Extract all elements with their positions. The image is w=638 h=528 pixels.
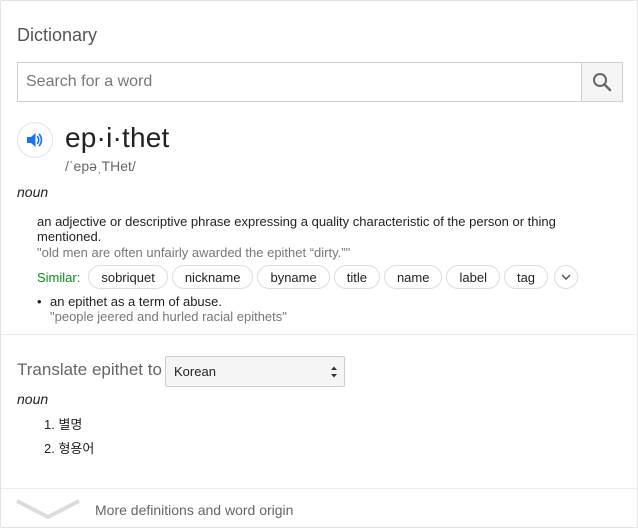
bullet: •: [37, 294, 42, 309]
part-of-speech: noun: [17, 184, 49, 200]
definition-text: an adjective or descriptive phrase expre…: [37, 214, 556, 244]
sub-definition: • an epithet as a term of abuse.: [37, 294, 222, 309]
expand-similar-button[interactable]: [554, 265, 579, 289]
card-title: Dictionary: [17, 25, 98, 45]
translation-list: 1. 별명 2. 형용어: [44, 417, 94, 465]
search-button[interactable]: [581, 63, 622, 101]
pronounce-button[interactable]: [17, 122, 53, 158]
translate-label: Translate epithet to: [17, 360, 162, 379]
search-bar: [17, 62, 623, 102]
similar-chip-nickname[interactable]: nickname: [171, 265, 254, 289]
similar-chip-title[interactable]: title: [333, 265, 380, 289]
dictionary-card: Dictionary ep·i·thet /ˈepəˌTHet/ noun an…: [0, 0, 638, 528]
translation-item: 2. 형용어: [44, 441, 95, 456]
headword: ep·i·thet: [65, 122, 170, 153]
speaker-icon: [27, 133, 43, 147]
similar-chip-byname[interactable]: byname: [257, 265, 330, 289]
chevron-down-icon: [16, 499, 80, 519]
language-select[interactable]: Korean: [165, 356, 345, 387]
similar-chip-tag[interactable]: tag: [503, 265, 549, 289]
translation-item: 1. 별명: [44, 417, 83, 432]
definition-example: "old men are often unfairly awarded the …: [37, 245, 351, 260]
sub-definition-text: an epithet as a term of abuse.: [50, 294, 222, 309]
chevron-down-icon: [561, 274, 571, 280]
similar-words: Similar: sobriquet nickname byname title…: [37, 265, 579, 289]
similar-chip-sobriquet[interactable]: sobriquet: [88, 265, 168, 289]
similar-label: Similar:: [37, 269, 81, 285]
search-input[interactable]: [18, 63, 581, 101]
more-definitions-label: More definitions and word origin: [95, 502, 294, 518]
translation-part-of-speech: noun: [17, 391, 49, 407]
selected-language: Korean: [174, 364, 216, 379]
sub-definition-example: "people jeered and hurled racial epithet…: [50, 309, 287, 324]
more-definitions-button[interactable]: More definitions and word origin: [1, 489, 638, 528]
search-icon: [593, 73, 612, 92]
phonetic-spelling: /ˈepəˌTHet/: [65, 158, 136, 174]
divider: [1, 334, 638, 335]
similar-chip-label[interactable]: label: [446, 265, 500, 289]
similar-chip-name[interactable]: name: [383, 265, 443, 289]
select-arrows-icon: [331, 366, 337, 378]
